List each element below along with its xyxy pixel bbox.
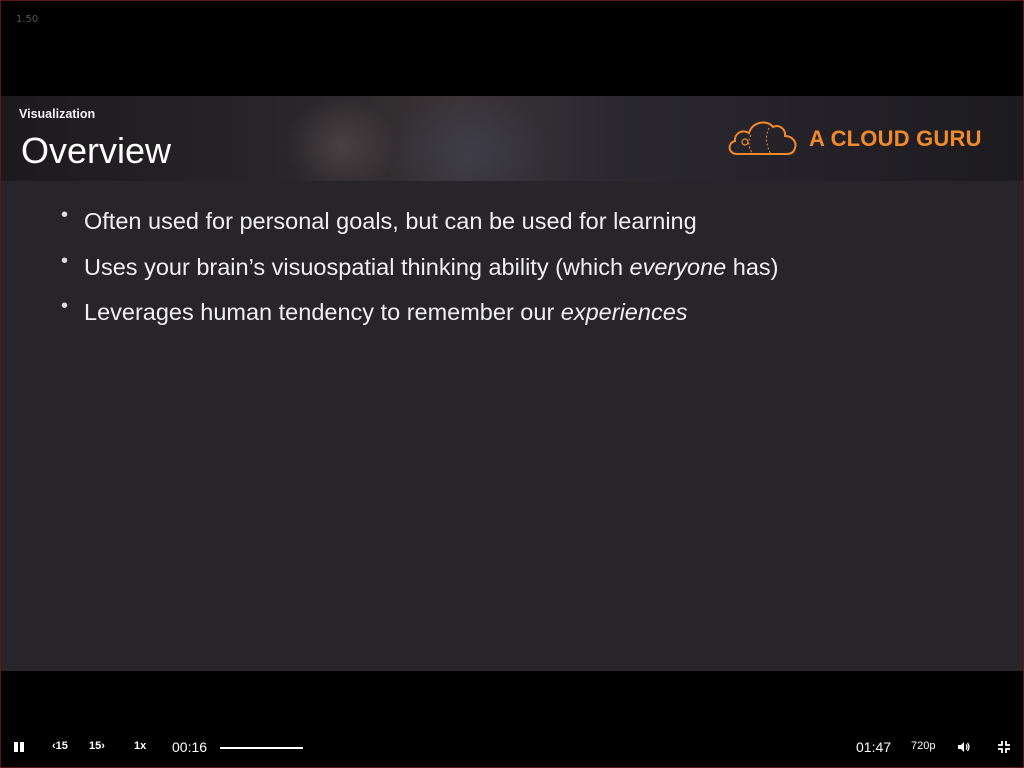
skip-forward-button[interactable]: 15› [89,740,105,752]
bullet-item: • Often used for personal goals, but can … [61,204,697,234]
video-slide[interactable]: Visualization Overview A CLOUD GURU • Oft… [1,96,1023,671]
current-time: 00:16 [172,739,208,755]
quality-button[interactable]: 720p [911,740,935,752]
slide-title: Overview [21,130,172,171]
slide-header: Visualization Overview A CLOUD GURU [1,96,1023,181]
section-label: Visualization [19,107,96,121]
exit-fullscreen-icon [998,741,1010,753]
progress-track[interactable] [220,747,303,749]
bullet-item: • Leverages human tendency to remember ou… [61,295,688,325]
logo-text: A CLOUD GURU [809,126,982,151]
cloud-logo-icon [728,121,797,155]
bullet-dot-icon: • [61,204,69,226]
bullet-dot-icon: • [61,249,69,272]
skip-back-button[interactable]: ‹15 [52,740,68,752]
brand-logo: A CLOUD GURU [725,116,1000,160]
bullet-item: • Uses your brain’s visuospatial thinking… [61,249,779,280]
duration-time: 01:47 [856,739,892,755]
volume-icon [958,742,970,752]
player-controls: ‹15 15› 1x 00:16 01:47 720p [0,732,1024,762]
bullet-list: • Often used for personal goals, but can … [61,204,779,345]
pause-button[interactable] [14,742,24,752]
bullet-dot-icon: • [61,295,69,317]
skip-forward-icon: › [101,740,105,752]
version-label: 1.50 [16,14,39,25]
playback-speed-button[interactable]: 1x [134,740,146,752]
volume-button[interactable] [957,740,971,758]
exit-fullscreen-button[interactable] [998,740,1010,758]
